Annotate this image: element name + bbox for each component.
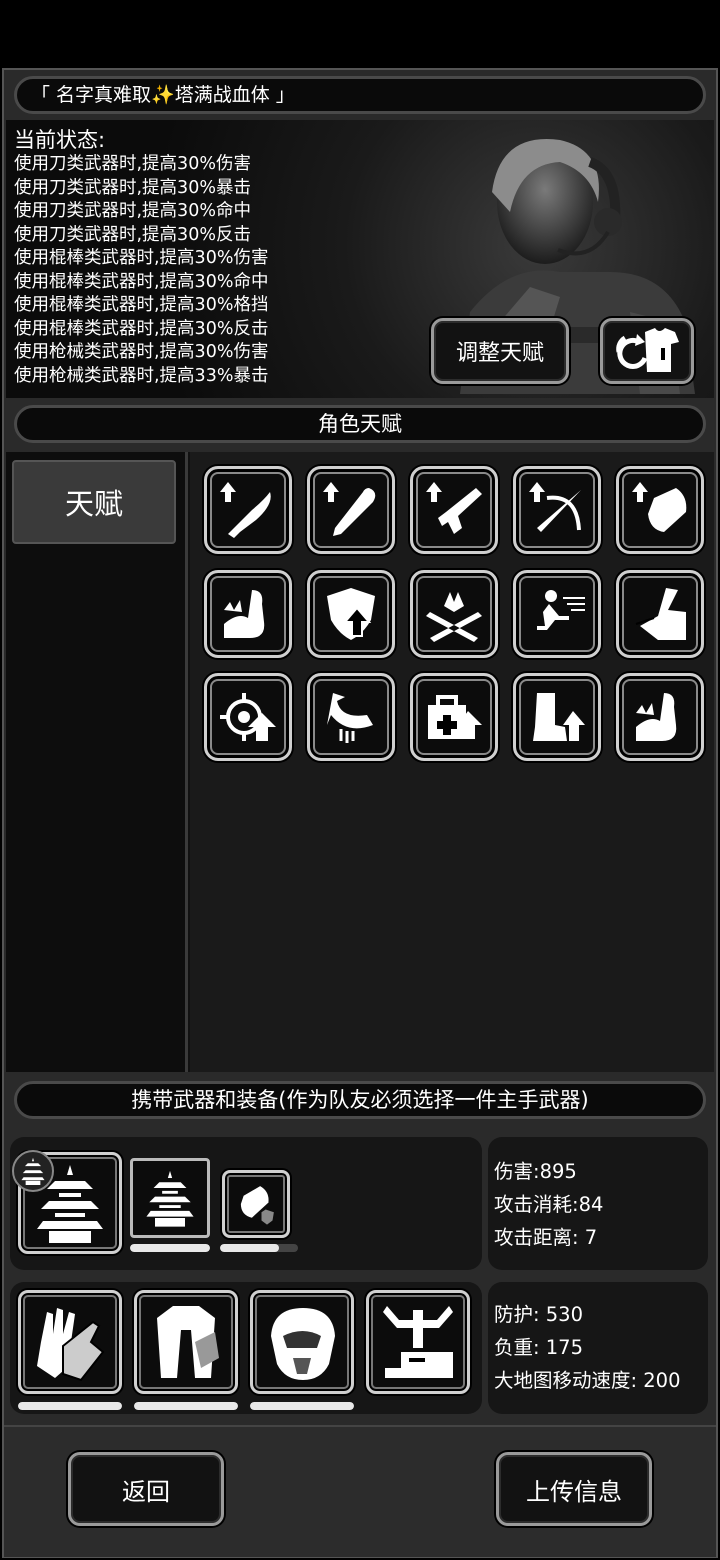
talent-parry[interactable] xyxy=(410,570,498,658)
talent-pistol-up[interactable] xyxy=(410,466,498,554)
equipment-section-title: 携带武器和装备(作为队友必须选择一件主手武器) xyxy=(14,1081,706,1119)
status-line: 使用棍棒类武器时,提高30%命中 xyxy=(14,271,269,292)
weapon-stat-list: 伤害:895 攻击消耗:84 攻击距离: 7 xyxy=(494,1155,603,1254)
talent-sidebar xyxy=(6,452,188,1072)
secondary-weapon-durability xyxy=(130,1244,210,1252)
coat-icon xyxy=(157,1306,219,1378)
map-speed-stat: 大地图移动速度: 200 xyxy=(494,1369,681,1392)
offhand-durability xyxy=(220,1244,298,1252)
talent-shield-up[interactable] xyxy=(307,570,395,658)
gauntlet-up-icon xyxy=(632,482,687,532)
helmet-slot[interactable] xyxy=(250,1290,354,1394)
player-name-bar: 「 名字真难取✨塔满战血体 」 xyxy=(14,76,706,114)
durability-fill xyxy=(134,1402,238,1410)
talent-medkit[interactable] xyxy=(410,673,498,761)
coat-slot[interactable] xyxy=(134,1290,238,1394)
gloves-durability xyxy=(18,1402,122,1410)
helmet-icon xyxy=(271,1308,335,1380)
adjust-talent-button[interactable]: 调整天赋 xyxy=(431,318,569,384)
talent-bat-up[interactable] xyxy=(307,466,395,554)
pagoda-small-icon xyxy=(146,1170,194,1227)
talent-counter[interactable] xyxy=(616,570,704,658)
talent-accuracy[interactable] xyxy=(204,673,292,761)
defense-stat: 防护: 530 xyxy=(494,1303,583,1326)
coat-durability xyxy=(134,1402,238,1410)
durability-fill xyxy=(220,1244,279,1252)
equipped-badge xyxy=(12,1150,54,1192)
armor-stat-list: 防护: 530 负重: 175 大地图移动速度: 200 xyxy=(494,1298,681,1397)
parry-icon xyxy=(426,592,482,642)
talent-strength[interactable] xyxy=(204,570,292,658)
gloves-icon xyxy=(37,1308,105,1382)
backpack-frame-icon xyxy=(383,1306,453,1378)
shield-up-icon xyxy=(327,588,375,640)
talent-crossbow-up[interactable] xyxy=(513,466,601,554)
grab-arm-icon xyxy=(327,693,373,743)
status-list: 使用刀类武器时,提高30%伤害 使用刀类武器时,提高30%暴击 使用刀类武器时,… xyxy=(14,153,314,388)
pistol-up-icon xyxy=(426,482,482,534)
durability-fill xyxy=(18,1402,122,1410)
status-line: 使用棍棒类武器时,提高30%反击 xyxy=(14,318,269,339)
dodge-run-icon xyxy=(537,590,585,630)
helmet-durability xyxy=(250,1402,354,1410)
status-line: 使用刀类武器时,提高30%暴击 xyxy=(14,177,251,198)
blade-up-icon xyxy=(220,482,271,538)
talent-blade-up[interactable] xyxy=(204,466,292,554)
carry-weight-stat: 负重: 175 xyxy=(494,1336,583,1359)
talent-grab[interactable] xyxy=(307,673,395,761)
bat-up-icon xyxy=(323,482,376,536)
status-title: 当前状态: xyxy=(14,128,106,152)
tab-talent[interactable]: 天赋 xyxy=(12,460,176,544)
status-line: 使用刀类武器时,提高30%反击 xyxy=(14,224,251,245)
backpack-slot[interactable] xyxy=(366,1290,470,1394)
status-line: 使用枪械类武器时,提高30%伤害 xyxy=(14,342,269,362)
back-button[interactable]: 返回 xyxy=(68,1452,224,1526)
talent-boot[interactable] xyxy=(513,673,601,761)
counter-arm-icon xyxy=(635,588,686,640)
gloves-slot[interactable] xyxy=(18,1290,122,1394)
boot-up-icon xyxy=(533,693,585,741)
damage-stat: 伤害:895 xyxy=(494,1160,577,1183)
strength-flex-icon xyxy=(224,590,265,638)
upload-info-button[interactable]: 上传信息 xyxy=(496,1452,652,1526)
pagoda-badge-icon xyxy=(21,1157,45,1185)
status-line: 使用棍棒类武器时,提高30%格挡 xyxy=(14,295,269,315)
attack-range-stat: 攻击距离: 7 xyxy=(494,1226,598,1249)
secondary-weapon-slot[interactable] xyxy=(130,1158,210,1238)
target-up-icon xyxy=(220,693,276,741)
durability-fill xyxy=(250,1402,354,1410)
talent-section-title: 角色天赋 xyxy=(14,405,706,443)
status-line: 使用刀类武器时,提高30%伤害 xyxy=(14,154,251,174)
change-outfit-button[interactable] xyxy=(600,318,694,384)
gauntlet-shield-icon xyxy=(240,1186,274,1225)
swap-outfit-icon xyxy=(616,328,679,372)
crossbow-up-icon xyxy=(529,482,581,532)
player-name: 「 名字真难取✨塔满战血体 」 xyxy=(31,84,295,106)
status-line: 使用刀类武器时,提高30%命中 xyxy=(14,201,251,221)
strength-flex-icon-2 xyxy=(636,693,677,741)
status-line: 使用枪械类武器时,提高33%暴击 xyxy=(14,365,269,386)
medkit-up-icon xyxy=(428,695,482,739)
attack-cost-stat: 攻击消耗:84 xyxy=(494,1193,604,1216)
top-bar xyxy=(0,0,720,68)
offhand-slot[interactable] xyxy=(222,1170,290,1238)
durability-fill xyxy=(130,1244,210,1252)
talent-strength-2[interactable] xyxy=(616,673,704,761)
status-line: 使用棍棒类武器时,提高30%伤害 xyxy=(14,248,269,268)
talent-dodge[interactable] xyxy=(513,570,601,658)
talent-gauntlet-up[interactable] xyxy=(616,466,704,554)
